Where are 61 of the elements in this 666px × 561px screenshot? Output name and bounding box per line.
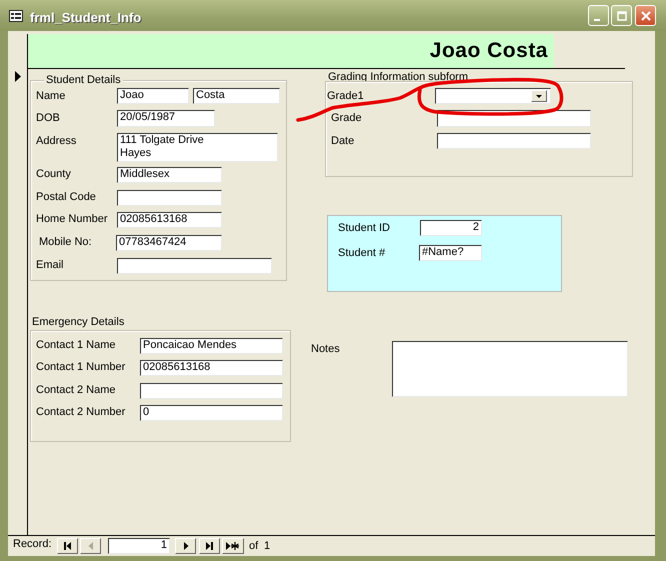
text-field[interactable]: 20/05/1987: [117, 110, 215, 127]
maximize-button[interactable]: [611, 5, 632, 26]
text-field[interactable]: 0: [140, 405, 283, 421]
text-field[interactable]: 07783467424: [116, 235, 222, 251]
new-record-button[interactable]: [222, 538, 244, 554]
text-field[interactable]: 111 Tolgate Drive Hayes: [117, 133, 278, 162]
field-label: Address: [36, 135, 76, 148]
nav-label: Record:: [13, 538, 52, 551]
minimize-icon: [594, 19, 600, 21]
record-selector-icon: [14, 71, 22, 82]
field-label: Grade1: [327, 90, 364, 103]
text-field[interactable]: Poncaicao Mendes: [140, 338, 283, 354]
field-label: Name: [36, 90, 66, 103]
field-label: Postal Code: [36, 191, 96, 204]
text-field[interactable]: Middlesex: [117, 167, 222, 183]
field-label: Mobile No:: [39, 236, 92, 249]
field-label: Contact 1 Number: [36, 361, 126, 374]
next-record-button[interactable]: [175, 538, 196, 554]
record-number-field[interactable]: 1: [108, 538, 170, 554]
text-field[interactable]: [117, 258, 272, 274]
window-title: frml_Student_Info: [30, 9, 142, 27]
last-record-button[interactable]: [199, 538, 220, 554]
combo-box[interactable]: [435, 88, 551, 104]
first-record-button[interactable]: [57, 538, 78, 554]
next-record-icon: [181, 541, 190, 551]
last-record-icon: [205, 541, 214, 551]
new-record-icon: [226, 541, 240, 551]
field-label: Student #: [338, 247, 386, 260]
text-field[interactable]: #Name?: [419, 245, 482, 261]
close-button[interactable]: [635, 5, 656, 26]
maximize-icon: [616, 10, 628, 22]
text-field[interactable]: [392, 341, 628, 397]
field-label: Notes: [311, 343, 340, 356]
field-label: Email: [36, 259, 64, 272]
text-field[interactable]: Joao: [117, 88, 189, 104]
field-label: County: [36, 168, 71, 181]
text-field[interactable]: [437, 133, 591, 149]
text-field[interactable]: [117, 190, 222, 206]
form-icon: [9, 10, 23, 22]
text-field[interactable]: 02085613168: [140, 360, 283, 376]
field-label: Contact 1 Name: [36, 339, 116, 352]
text-field[interactable]: 2: [420, 220, 482, 236]
field-label: Date: [331, 135, 354, 148]
text-field[interactable]: 02085613168: [117, 212, 222, 228]
field-label: Grade: [331, 112, 362, 125]
field-label: DOB: [36, 112, 60, 125]
field-label: Contact 2 Name: [36, 384, 116, 397]
close-icon: [640, 10, 652, 22]
first-record-icon: [63, 541, 72, 551]
group-title: Emergency Details: [32, 316, 124, 329]
text-field[interactable]: Costa: [193, 88, 280, 104]
nav-label: of: [249, 540, 258, 553]
caret-icon: [536, 94, 542, 98]
record-count: 1: [264, 540, 270, 553]
text-field[interactable]: [140, 383, 283, 399]
previous-record-icon: [86, 541, 95, 551]
field-label: Contact 2 Number: [36, 406, 126, 419]
field-label: Home Number: [36, 213, 108, 226]
field-label: Student ID: [338, 222, 390, 235]
record-title: Joao Costa: [430, 38, 548, 64]
minimize-button[interactable]: [588, 5, 609, 26]
